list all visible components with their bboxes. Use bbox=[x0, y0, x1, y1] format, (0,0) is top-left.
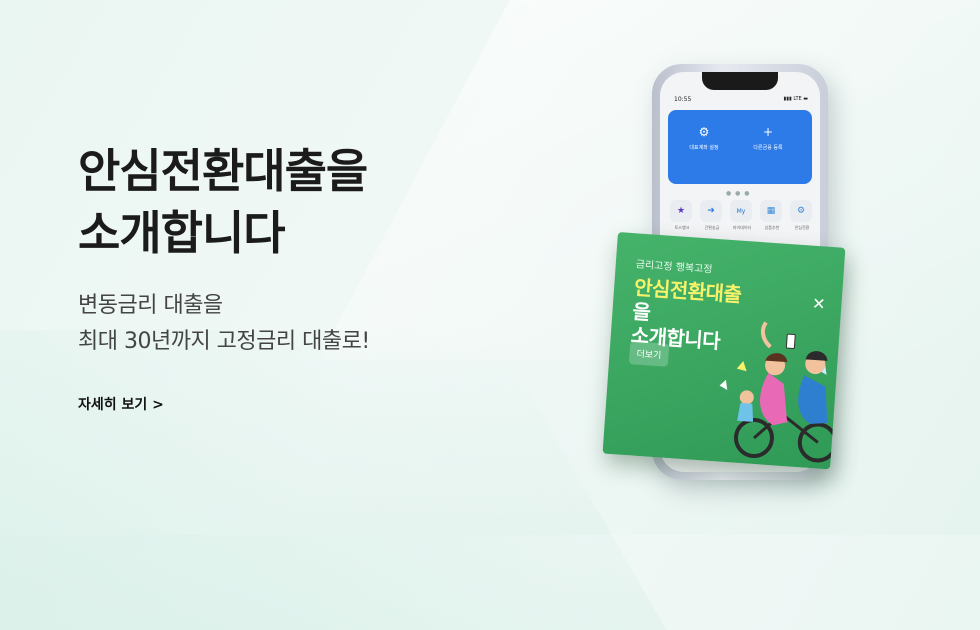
gear-icon: ⚙ bbox=[698, 125, 710, 139]
app-shortcut[interactable]: ⚙ 안심전환 bbox=[790, 200, 814, 231]
status-time: 10:55 bbox=[674, 96, 692, 103]
mydata-icon: My bbox=[730, 200, 752, 222]
status-icons: ▮▮▮ LTE ▬ bbox=[783, 96, 808, 102]
headline-line-2: 소개합니다 bbox=[78, 206, 286, 260]
battery-icon: ▬ bbox=[801, 96, 808, 102]
app-shortcut[interactable]: My 마이데이터 bbox=[730, 200, 754, 231]
settings-icon: ⚙ bbox=[790, 200, 812, 222]
subtitle-line-1: 변동금리 대출을 bbox=[78, 293, 223, 318]
plus-icon: + bbox=[762, 125, 774, 139]
details-link[interactable]: 자세히 보기 > bbox=[78, 394, 164, 414]
banner-subtitle: 변동금리 대출을 최대 30년까지 고정금리 대출로! bbox=[78, 288, 370, 360]
phone-notch bbox=[702, 72, 778, 90]
account-card: ⚙ 대표계좌 설정 + 다른금융 등록 bbox=[668, 110, 812, 184]
family-bicycle-illustration bbox=[719, 321, 838, 463]
arrow-icon: ➜ bbox=[700, 200, 722, 222]
app-shortcut[interactable]: ▦ 상품추천 bbox=[760, 200, 784, 231]
promo-popup: 금리고정 행복고정 안심전환대출 을 소개합니다 ✕ 더보기 bbox=[602, 232, 846, 470]
headline-line-1: 안심전환대출을 bbox=[78, 144, 368, 198]
primary-account-button[interactable]: ⚙ 대표계좌 설정 bbox=[674, 124, 734, 151]
banner-headline: 안심전환대출을 소개합니다 bbox=[78, 140, 368, 264]
background-sheen-bottom bbox=[0, 330, 667, 630]
app-shortcut[interactable]: ★ 토스뱅크 bbox=[670, 200, 694, 231]
add-other-bank-button[interactable]: + 다른금융 등록 bbox=[738, 124, 798, 151]
signal-icon: ▮▮▮ bbox=[783, 96, 794, 102]
app-shortcut[interactable]: ➜ 간편송금 bbox=[700, 200, 724, 231]
bookmark-icon: ★ bbox=[670, 200, 692, 222]
carousel-dots: ● ● ● bbox=[726, 190, 751, 197]
gift-icon: ▦ bbox=[760, 200, 782, 222]
subtitle-line-2: 최대 30년까지 고정금리 대출로! bbox=[78, 329, 370, 354]
